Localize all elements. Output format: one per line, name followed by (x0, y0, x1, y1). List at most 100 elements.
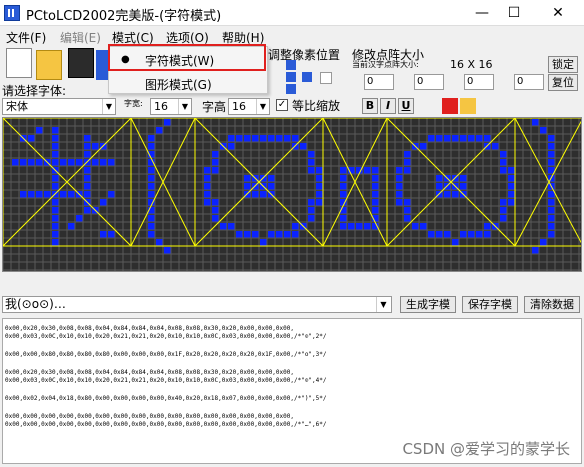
pixel-on (252, 231, 259, 238)
generate-button[interactable]: 生成字模 (400, 296, 456, 313)
restore-button[interactable]: 复位 (548, 74, 578, 91)
pixel-on (468, 231, 475, 238)
settings-icon[interactable] (96, 50, 108, 80)
pixel-on (436, 175, 443, 182)
pixel-on (404, 159, 411, 166)
pixel-on (212, 151, 219, 158)
spin-2[interactable]: 0 (414, 74, 444, 90)
title-bar: PCtoLCD2002完美版-(字符模式) — ☐ ✕ (0, 0, 584, 26)
clear-button[interactable]: 清除数据 (524, 296, 580, 313)
pixel-move-arrows[interactable] (286, 60, 334, 96)
pixel-on (500, 159, 507, 166)
pixel-on (508, 175, 515, 182)
dot-matrix-canvas[interactable] (2, 117, 582, 272)
pixel-on (372, 199, 379, 206)
open-folder-icon[interactable] (36, 50, 62, 80)
chevron-down-icon: ▼ (178, 99, 191, 114)
pixel-on (476, 231, 483, 238)
pixel-on (540, 127, 547, 134)
width-select[interactable]: 16 ▼ (150, 98, 192, 115)
invert-icon[interactable] (320, 72, 332, 84)
pixel-on (372, 207, 379, 214)
pixel-on (436, 183, 443, 190)
save-disk-icon[interactable] (68, 48, 94, 78)
pixel-on (484, 143, 491, 150)
pixel-on (252, 191, 259, 198)
arrow-right-icon[interactable] (302, 72, 312, 82)
pixel-on (68, 159, 75, 166)
text-input[interactable]: 我(⊙o⊙)… (2, 296, 392, 313)
pixel-on (20, 191, 27, 198)
proportional-label: 等比缩放 (292, 99, 341, 113)
width-label: 字宽: (124, 99, 143, 108)
app-icon (4, 5, 20, 21)
pixel-on (420, 223, 427, 230)
proportional-checkbox[interactable]: ✓ (276, 99, 288, 111)
bold-button[interactable]: B (362, 98, 378, 114)
pixel-on (84, 159, 91, 166)
rotate-right-icon[interactable] (460, 98, 476, 114)
close-icon[interactable]: ✕ (548, 4, 568, 22)
pixel-on (340, 191, 347, 198)
pixel-on (100, 199, 107, 206)
pixel-on (204, 183, 211, 190)
minimize-icon[interactable]: — (472, 4, 492, 22)
spin-1[interactable]: 0 (364, 74, 394, 90)
matrix-svg (3, 118, 581, 271)
lock-button[interactable]: 锁定 (548, 56, 578, 73)
menu-edit[interactable]: 编辑(E) (60, 29, 101, 46)
pixel-on (92, 159, 99, 166)
pixel-on (236, 135, 243, 142)
pixel-on (348, 223, 355, 230)
pixel-on (364, 167, 371, 174)
pixel-on (404, 215, 411, 222)
new-file-icon[interactable] (6, 48, 32, 78)
pixel-on (148, 167, 155, 174)
pixel-on (316, 191, 323, 198)
pixel-on (52, 175, 59, 182)
height-select[interactable]: 16 ▼ (228, 98, 270, 115)
pixel-on (84, 191, 91, 198)
pixel-on (468, 135, 475, 142)
pixel-on (492, 143, 499, 150)
pixel-on (228, 143, 235, 150)
pixel-on (532, 119, 539, 126)
spin-4[interactable]: 0 (514, 74, 544, 90)
pixel-on (52, 207, 59, 214)
rotate-left-icon[interactable] (442, 98, 458, 114)
pixel-on (36, 159, 43, 166)
arrow-left-icon[interactable] (286, 72, 296, 82)
save-button[interactable]: 保存字模 (462, 296, 518, 313)
pixel-on (204, 191, 211, 198)
chevron-down-icon[interactable]: ▼ (376, 297, 390, 312)
pixel-on (308, 151, 315, 158)
maximize-icon[interactable]: ☐ (504, 4, 524, 22)
pixel-on (100, 231, 107, 238)
pixel-on (84, 151, 91, 158)
menu-file[interactable]: 文件(F) (6, 29, 46, 46)
font-select[interactable]: 宋体 ▼ (2, 98, 116, 115)
pixel-on (84, 183, 91, 190)
arrow-down-icon[interactable] (286, 84, 296, 94)
pixel-on (404, 167, 411, 174)
spin-3[interactable]: 0 (464, 74, 494, 90)
pixel-on (444, 183, 451, 190)
height-label: 字高 (202, 100, 227, 114)
pixel-on (260, 239, 267, 246)
pixel-on (404, 151, 411, 158)
italic-button[interactable]: I (380, 98, 396, 114)
pixel-on (372, 183, 379, 190)
size-display: 16 X 16 (450, 58, 493, 71)
pixel-on (148, 135, 155, 142)
pixel-on (268, 231, 275, 238)
arrow-up-icon[interactable] (286, 60, 296, 70)
pixel-on (268, 183, 275, 190)
pixel-on (84, 175, 91, 182)
pixel-on (244, 191, 251, 198)
menu-item-graphic-mode[interactable]: 图形模式(G) (109, 73, 267, 93)
pixel-on (548, 135, 555, 142)
output-block: 0x00,0x02,0x04,0x18,0x80,0x00,0x00,0x00,… (5, 395, 327, 402)
pixel-on (308, 199, 315, 206)
pixel-on (548, 199, 555, 206)
underline-button[interactable]: U (398, 98, 414, 114)
